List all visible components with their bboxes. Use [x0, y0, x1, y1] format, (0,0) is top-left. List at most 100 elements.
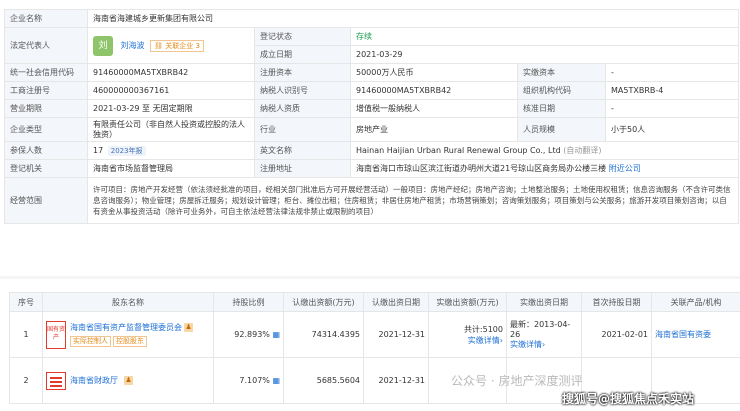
name-label: 企业名称 — [4, 9, 88, 28]
row-index: 1 — [9, 311, 43, 358]
avatar: 刘 — [93, 35, 113, 56]
authority: 海南省市场监督管理局 — [87, 159, 255, 178]
reg-status-label: 登记状态 — [254, 27, 351, 46]
paid-amount-cell: 共计:5100 实缴详情› — [428, 311, 507, 358]
address: 海南省海口市琼山区滨江街道办明州大道21号琼山区商务局办公楼三楼 — [356, 164, 607, 173]
sub-amount: 5685.5604 — [283, 357, 364, 404]
paid-capital-label: 实缴资本 — [517, 63, 606, 82]
chart-icon[interactable]: ▦ — [272, 330, 280, 339]
col-first-date[interactable]: 首次持股日期 — [581, 292, 652, 312]
sub-date: 2021-12-31 — [363, 311, 429, 358]
org-icon[interactable]: ♟ — [184, 323, 193, 332]
chart-icon[interactable]: ▦ — [272, 376, 280, 385]
company-name: 海南省海建城乡更新集团有限公司 — [86, 9, 740, 28]
industry: 房地产业 — [350, 117, 518, 142]
legal-rep-link[interactable]: 刘海波 — [121, 41, 145, 50]
watermark: 公众号 · 房地产深度测评 — [451, 374, 583, 388]
org-icon[interactable]: ♟ — [124, 376, 133, 385]
chevron-right-icon: › — [542, 340, 546, 349]
industry-label: 行业 — [254, 117, 351, 142]
term: 2021-03-29 至 无固定期限 — [87, 99, 255, 118]
found-date: 2021-03-29 — [349, 45, 740, 64]
authority-label: 登记机关 — [4, 159, 88, 178]
sub-date: 2021-12-31 — [363, 357, 429, 404]
staff-size: 小于50人 — [604, 117, 740, 142]
paid-capital: - — [604, 63, 740, 82]
reg-status: 存续 — [349, 27, 740, 46]
scope-label: 经营范围 — [4, 177, 88, 224]
holding-percent: 92.893% ▦ — [213, 311, 284, 358]
address-cell: 海南省海口市琼山区滨江街道办明州大道21号琼山区商务局办公楼三楼 附近公司 — [349, 159, 740, 178]
holding-percent-value: 7.107% — [239, 376, 270, 385]
type-label: 企业类型 — [4, 117, 88, 142]
table-row: 1 国有资产 海南省国有资产监督管理委员会 ♟ 实际控制人 控股股东 92.893%… — [9, 311, 740, 358]
tax-id: 91460000MA5TXBRB42 — [350, 81, 518, 100]
reg-capital: 50000万人民币 — [350, 63, 518, 82]
related-org-link[interactable]: 海南省国有资委 — [651, 311, 740, 358]
col-name: 股东名称 — [42, 292, 214, 312]
paid-total: 共计:5100 — [463, 324, 503, 334]
paid-date: 最新：2013-04-26 — [510, 320, 571, 339]
taxpayer-label: 纳税人资质 — [254, 99, 351, 118]
en-name-cell: Hainan Haijian Urban Rural Renewal Group… — [349, 141, 740, 160]
en-name-label: 英文名称 — [254, 141, 351, 160]
org-code: MA5TXBRB-4 — [604, 81, 740, 100]
related-company-tag[interactable]: ⛓ 关联企业 3 — [150, 39, 204, 52]
related-company-text: 关联企业 3 — [165, 41, 200, 50]
company-info-panel: 企业名称 海南省海建城乡更新集团有限公司 法定代表人 刘 刘海波 ⛓ 关联企业 … — [0, 0, 740, 276]
paid-detail-text: 实缴详情 — [467, 335, 500, 345]
paid-date-detail-link[interactable]: 实缴详情› — [510, 339, 578, 350]
row-index: 2 — [9, 357, 43, 404]
finance-dept-logo — [46, 371, 66, 390]
insured-label: 参保人数 — [4, 141, 88, 160]
reg-capital-label: 注册资本 — [254, 63, 351, 82]
legal-rep-cell: 刘 刘海波 ⛓ 关联企业 3 — [87, 27, 255, 64]
tax-id-label: 纳税人识别号 — [254, 81, 351, 100]
company-info-table: 企业名称 海南省海建城乡更新集团有限公司 法定代表人 刘 刘海波 ⛓ 关联企业 … — [4, 9, 740, 224]
credit-code: 91460000MA5TXBRB42 — [87, 63, 255, 82]
paid-detail-link[interactable]: 实缴详情› — [432, 335, 503, 346]
shareholder-name-link[interactable]: 海南省财政厅 — [70, 375, 118, 386]
org-code-label: 组织机构代码 — [517, 81, 606, 100]
col-related: 关联产品/机构 — [651, 292, 740, 312]
approve-label: 核准日期 — [517, 99, 606, 118]
paid-date-detail-text: 实缴详情 — [510, 340, 542, 349]
col-index: 序号 — [9, 292, 43, 312]
table-header: 序号 股东名称 持股比例 认缴出资额(万元) 认缴出资日期 实缴出资额(万元) … — [9, 292, 740, 312]
company-type: 有限责任公司（非自然人投资或控股的法人独资） — [87, 117, 255, 142]
major-holder-tag: 控股股东 — [113, 336, 147, 347]
chevron-right-icon: › — [499, 335, 503, 345]
holding-percent-value: 92.893% — [234, 330, 270, 339]
watermark-sohu: 搜狐号@搜狐焦点禾实站 — [562, 392, 695, 406]
biz-no-label: 工商注册号 — [4, 81, 88, 100]
credit-code-label: 统一社会信用代码 — [4, 63, 88, 82]
section-divider — [0, 276, 740, 279]
col-paid-date[interactable]: 实缴出资日期 — [506, 292, 582, 312]
shareholder-cell: 国有资产 海南省国有资产监督管理委员会 ♟ 实际控制人 控股股东 — [42, 311, 214, 358]
auto-translate-note: (自动翻译) — [563, 146, 602, 155]
staff-label: 人员规模 — [517, 117, 606, 142]
col-percent[interactable]: 持股比例 — [213, 292, 284, 312]
insured-cell: 17 2023年报 — [87, 141, 255, 160]
first-date: 2021-02-01 — [581, 311, 652, 358]
nearby-companies-link[interactable]: 附近公司 — [609, 164, 641, 173]
term-label: 营业期限 — [4, 99, 88, 118]
insured-count: 17 — [93, 145, 104, 155]
col-paid-amount[interactable]: 实缴出资额(万元) — [428, 292, 507, 312]
paid-date-cell: 最新：2013-04-26 实缴详情› — [506, 311, 582, 358]
col-sub-amount[interactable]: 认缴出资额(万元) — [283, 292, 364, 312]
en-name: Hainan Haijian Urban Rural Renewal Group… — [356, 146, 561, 155]
shareholder-cell: 海南省财政厅 ♟ — [42, 357, 214, 404]
shareholder-name-link[interactable]: 海南省国有资产监督管理委员会 — [70, 323, 182, 332]
controller-tag: 实际控制人 — [70, 336, 111, 347]
approve-date: - — [604, 99, 740, 118]
sub-amount: 74314.4395 — [283, 311, 364, 358]
holding-percent: 7.107% ▦ — [213, 357, 284, 404]
biz-no: 460000000367161 — [87, 81, 255, 100]
col-sub-date[interactable]: 认缴出资日期 — [363, 292, 429, 312]
found-date-label: 成立日期 — [254, 45, 351, 64]
annual-report-badge[interactable]: 2023年报 — [107, 145, 146, 156]
shareholder-table: 序号 股东名称 持股比例 认缴出资额(万元) 认缴出资日期 实缴出资额(万元) … — [9, 292, 740, 404]
address-label: 注册地址 — [254, 159, 351, 178]
link-icon: ⛓ — [154, 41, 166, 50]
